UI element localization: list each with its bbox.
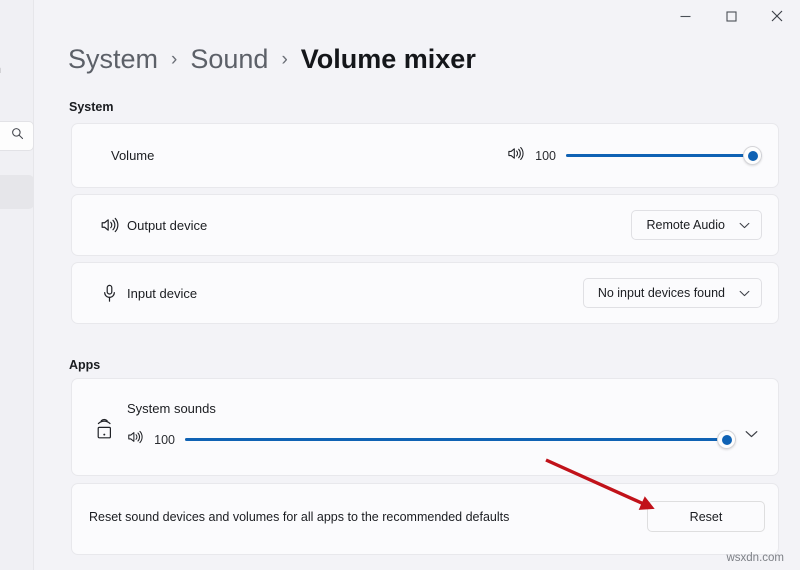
system-sounds-slider[interactable] [185, 430, 736, 449]
chevron-down-icon [739, 222, 750, 229]
speaker-icon [96, 217, 122, 233]
maximize-button[interactable] [708, 0, 754, 32]
output-device-label: Output device [127, 217, 208, 233]
search-icon [11, 127, 24, 145]
volume-row: Volume 100 [71, 123, 779, 188]
slider-fill [566, 153, 762, 158]
reset-row: Reset sound devices and volumes for all … [71, 483, 779, 555]
settings-content: System › Sound › Volume mixer System Vol… [34, 0, 800, 570]
close-button[interactable] [754, 0, 800, 32]
input-device-row[interactable]: Input device No input devices found [71, 262, 779, 324]
output-device-dropdown[interactable]: Remote Audio [631, 210, 762, 240]
chevron-down-icon [739, 290, 750, 297]
output-device-value: Remote Audio [646, 218, 725, 232]
minimize-button[interactable] [662, 0, 708, 32]
microphone-icon [96, 284, 122, 303]
speaker-icon [507, 146, 524, 166]
output-device-row[interactable]: Output device Remote Audio [71, 194, 779, 256]
breadcrumb-item-sound[interactable]: Sound [190, 44, 268, 75]
sidebar-app-title: n [0, 62, 8, 76]
breadcrumb-item-volume-mixer: Volume mixer [300, 44, 476, 74]
breadcrumb-separator-icon: › [281, 48, 288, 70]
breadcrumb-item-system[interactable]: System [68, 44, 158, 75]
slider-fill [185, 437, 736, 442]
breadcrumb: System › Sound › Volume mixer [68, 44, 476, 75]
settings-sidebar: n [0, 0, 34, 570]
system-sounds-icon [94, 417, 115, 448]
sidebar-search-box[interactable] [0, 121, 34, 151]
volume-label: Volume [111, 148, 155, 163]
watermark: wsxdn.com [726, 552, 784, 564]
reset-description: Reset sound devices and volumes for all … [89, 510, 510, 524]
section-header-apps: Apps [69, 358, 101, 372]
slider-thumb[interactable] [717, 430, 736, 449]
volume-slider[interactable] [566, 146, 762, 165]
system-sounds-label: System sounds [127, 401, 216, 416]
input-device-label: Input device [127, 285, 198, 301]
reset-button[interactable]: Reset [647, 501, 765, 532]
volume-value: 100 [535, 148, 556, 163]
system-sounds-volume-group: 100 [127, 430, 736, 449]
slider-thumb[interactable] [743, 146, 762, 165]
section-header-system: System [69, 100, 114, 114]
chevron-down-icon [745, 425, 758, 443]
speaker-icon [127, 430, 143, 449]
system-sounds-value: 100 [154, 432, 175, 447]
sidebar-item-selected[interactable] [0, 175, 34, 209]
system-sounds-expand-button[interactable] [738, 421, 764, 447]
input-device-value: No input devices found [597, 286, 725, 300]
volume-control-group: 100 [507, 146, 762, 166]
input-device-dropdown[interactable]: No input devices found [582, 278, 762, 308]
window-controls [662, 0, 800, 32]
breadcrumb-separator-icon: › [171, 48, 178, 70]
system-sounds-row: System sounds 100 [71, 378, 779, 476]
